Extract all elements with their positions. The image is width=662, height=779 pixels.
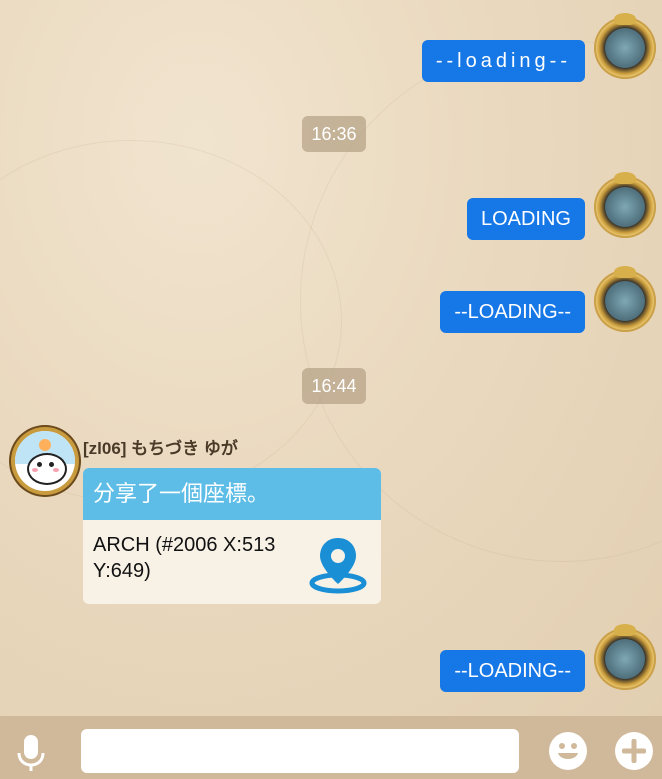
- outgoing-message[interactable]: LOADING: [466, 198, 585, 240]
- location-text: ARCH (#2006 X:513 Y:649): [93, 534, 276, 582]
- emoji-icon[interactable]: [548, 731, 588, 771]
- user-avatar[interactable]: [594, 13, 656, 79]
- timestamp: 16:36: [302, 116, 366, 152]
- location-pin-icon: [309, 538, 367, 594]
- chat-area: --loading-- 16:36 LOADING --LOADING-- 16…: [0, 0, 662, 716]
- outgoing-message[interactable]: --LOADING--: [440, 291, 585, 333]
- sender-name: [zl06] もちづき ゆが: [83, 439, 238, 458]
- sender-avatar[interactable]: [15, 431, 75, 491]
- card-title: 分享了一個座標。: [83, 468, 381, 520]
- message-input[interactable]: [81, 729, 519, 773]
- plus-icon[interactable]: [614, 731, 654, 771]
- location-share-card[interactable]: 分享了一個座標。 ARCH (#2006 X:513 Y:649): [83, 468, 381, 604]
- user-avatar[interactable]: [594, 172, 656, 238]
- outgoing-message[interactable]: --loading--: [421, 40, 585, 82]
- user-avatar[interactable]: [594, 624, 656, 690]
- microphone-icon[interactable]: [15, 733, 47, 773]
- user-avatar[interactable]: [594, 266, 656, 332]
- timestamp: 16:44: [302, 368, 366, 404]
- outgoing-message[interactable]: --LOADING--: [440, 650, 585, 692]
